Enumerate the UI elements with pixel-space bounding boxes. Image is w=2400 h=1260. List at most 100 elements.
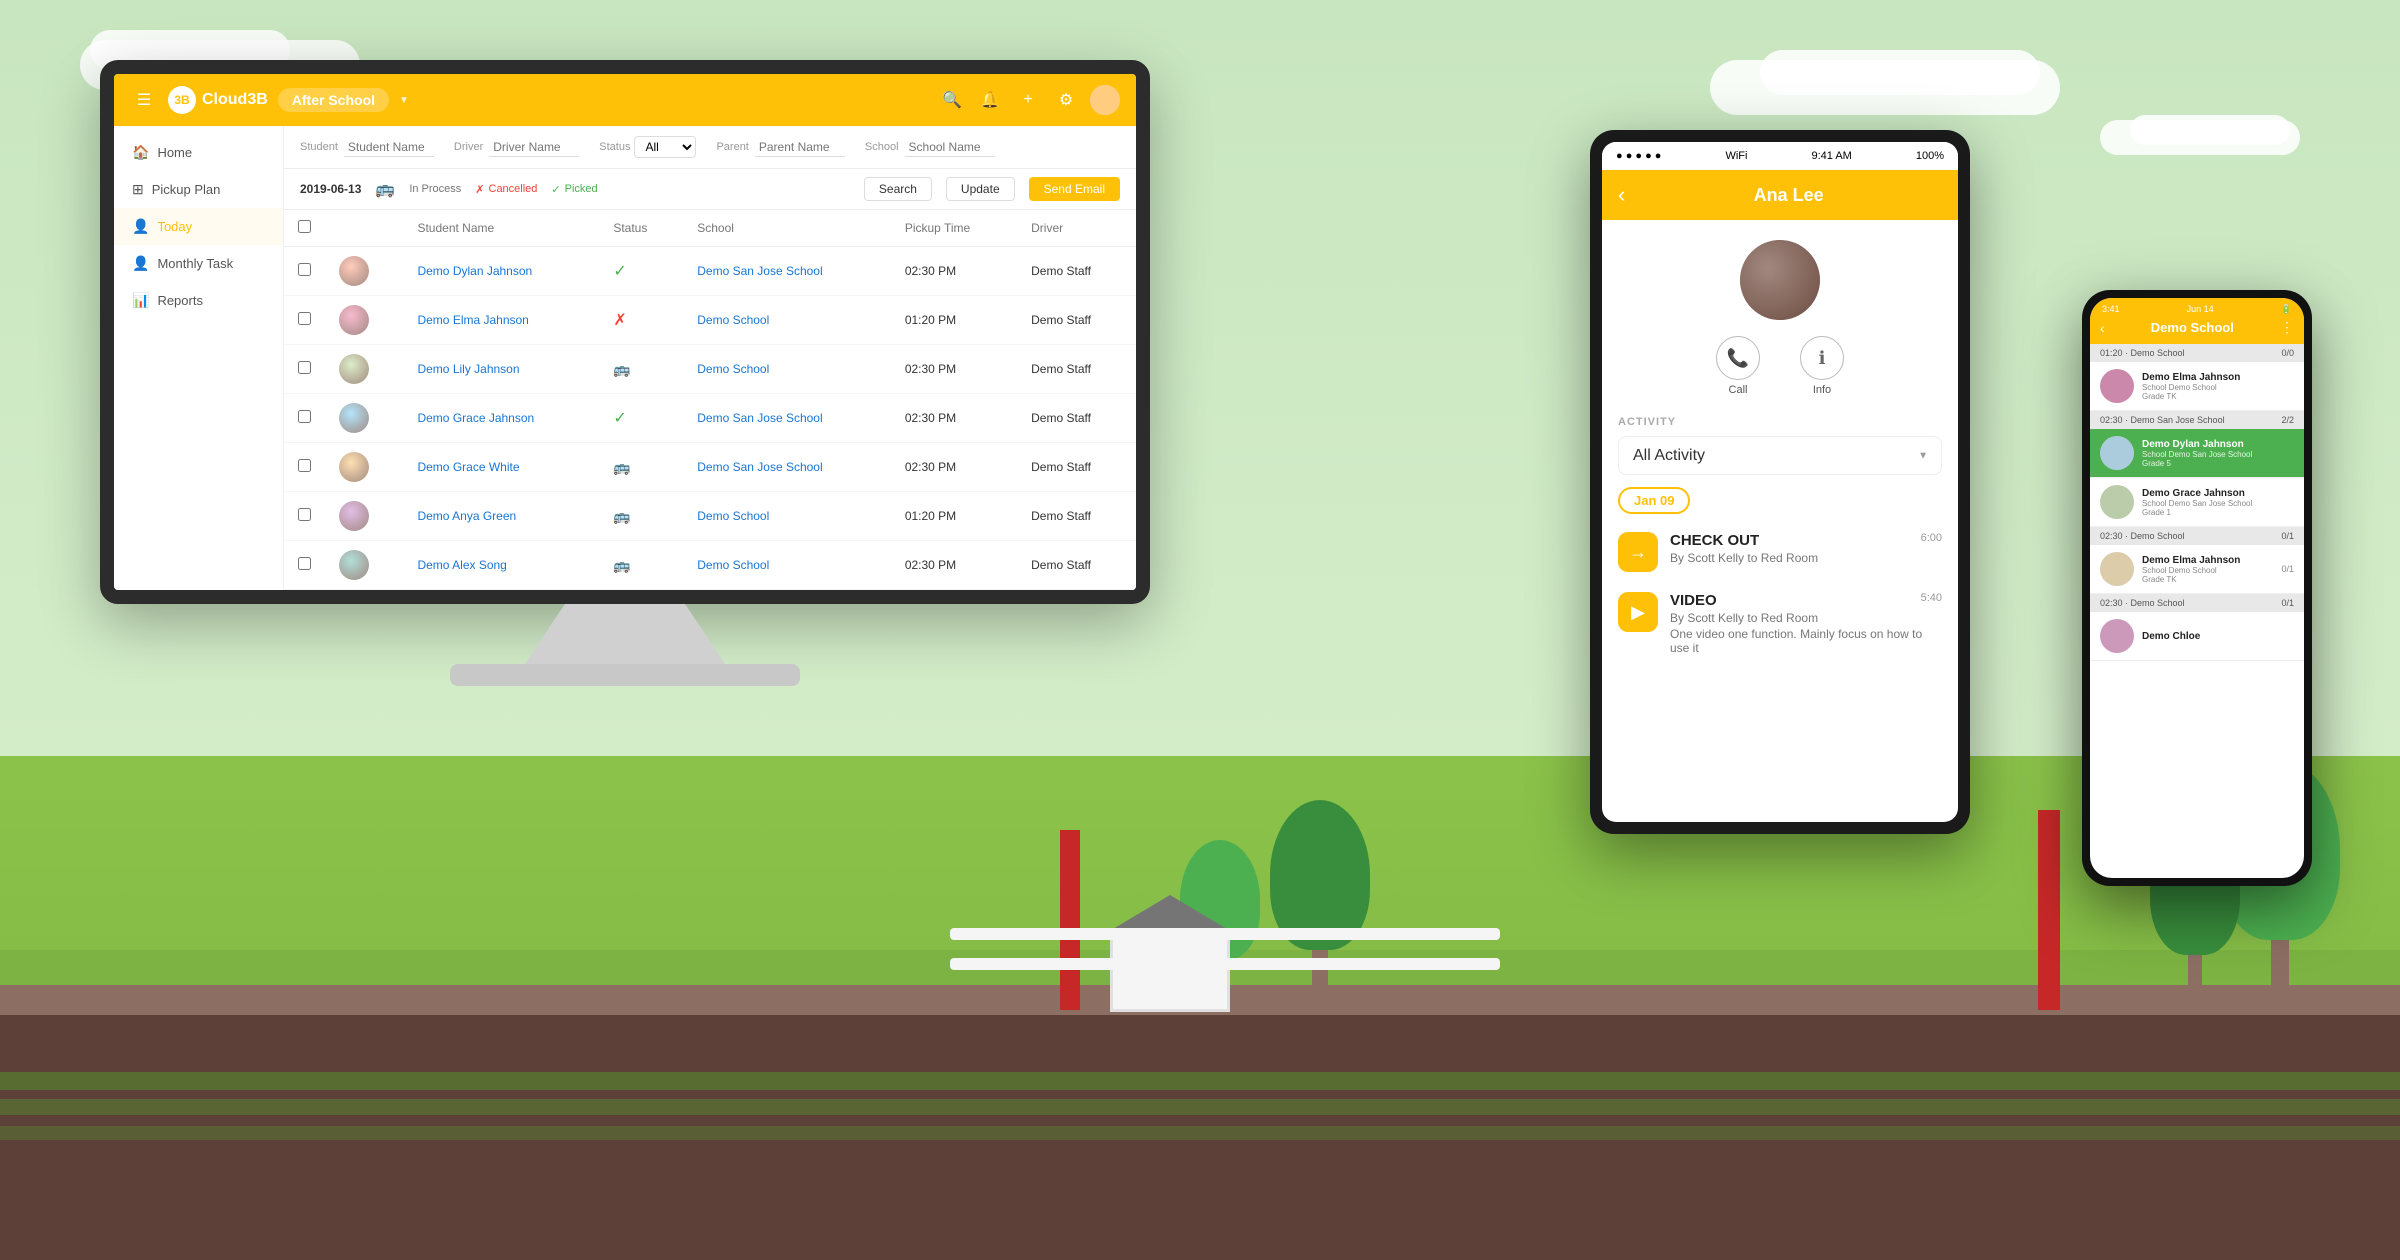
parent-filter-input[interactable] (755, 138, 845, 157)
driver-filter-label: Driver (454, 141, 483, 153)
phone-item-1-info: Demo Elma Jahnson School Demo School Gra… (2142, 372, 2294, 401)
student-avatar-1 (339, 305, 369, 335)
school-5: Demo School (697, 509, 769, 523)
phone-list-item-3[interactable]: Demo Grace Jahnson School Demo San Jose … (2090, 478, 2304, 527)
phone-item-1-grade: Grade TK (2142, 392, 2294, 401)
tablet-person-name: Ana Lee (1635, 185, 1942, 206)
sidebar-item-home[interactable]: 🏠 Home (114, 134, 283, 171)
table-row[interactable]: Demo Alex Song🚌Demo School02:30 PMDemo S… (284, 541, 1136, 590)
student-name-2[interactable]: Demo Lily Jahnson (417, 362, 519, 376)
search-button[interactable]: Search (864, 177, 932, 201)
phone-item-4-count: 0/1 (2281, 564, 2294, 574)
students-table: Student Name Status School Pickup Time D… (284, 210, 1136, 590)
user-avatar[interactable] (1090, 85, 1120, 115)
checkout-content: 6:00 CHECK OUT By Scott Kelly to Red Roo… (1670, 532, 1942, 565)
table-row[interactable]: Demo Lily Jahnson🚌Demo School02:30 PMDem… (284, 345, 1136, 394)
activity-dropdown-wrapper: All Activity (1618, 436, 1942, 475)
fence-top (950, 928, 1500, 940)
action-bar: 2019-06-13 🚌 In Process ✗ Cancelled ✓ Pi… (284, 169, 1136, 210)
row-checkbox-6[interactable] (298, 557, 311, 570)
select-all-checkbox[interactable] (298, 220, 311, 233)
tablet-back-button[interactable]: ‹ (1618, 182, 1625, 208)
driver-filter-input[interactable] (489, 138, 579, 157)
school-2: Demo School (697, 362, 769, 376)
student-filter-input[interactable] (344, 138, 434, 157)
th-school: School (683, 210, 891, 247)
driver-1: Demo Staff (1031, 313, 1091, 327)
cloud-2b (1760, 50, 2040, 95)
monitor-stand (525, 604, 725, 664)
phone-status-bar: 3:41 Jun 14 🔋 (2090, 298, 2304, 319)
phone-item-3-grade: Grade 1 (2142, 508, 2294, 517)
app-logo: 3B Cloud3B (168, 86, 268, 114)
phone-list-item-1[interactable]: Demo Elma Jahnson School Demo School Gra… (2090, 362, 2304, 411)
phone-list-item-2[interactable]: Demo Dylan Jahnson School Demo San Jose … (2090, 429, 2304, 478)
student-name-5[interactable]: Demo Anya Green (417, 509, 516, 523)
phone-section-1: 01:20 · Demo School 0/0 (2090, 344, 2304, 362)
table-row[interactable]: Demo Elma Jahnson✗Demo School01:20 PMDem… (284, 296, 1136, 345)
settings-icon[interactable]: ⚙ (1052, 86, 1080, 114)
student-name-0[interactable]: Demo Dylan Jahnson (417, 264, 532, 278)
status-bus-5: 🚌 (613, 508, 630, 524)
call-action-button[interactable]: 📞 Call (1716, 336, 1760, 396)
table-row[interactable]: Demo Dylan Jahnson✓Demo San Jose School0… (284, 247, 1136, 296)
header-title[interactable]: After School (278, 88, 389, 112)
monitor-screen: ☰ 3B Cloud3B After School ▼ 🔍 🔔 + ⚙ 🏠 Ho… (100, 60, 1150, 604)
phone-list-item-4[interactable]: Demo Elma Jahnson School Demo School Gra… (2090, 545, 2304, 594)
post-right (2038, 810, 2060, 1010)
search-icon[interactable]: 🔍 (938, 86, 966, 114)
sidebar-item-monthly-task[interactable]: 👤 Monthly Task (114, 245, 283, 282)
sidebar-item-today[interactable]: 👤 Today (114, 208, 283, 245)
phone-section-1-count: 0/0 (2281, 348, 2294, 358)
row-checkbox-3[interactable] (298, 410, 311, 423)
pickup-time-4: 02:30 PM (905, 460, 956, 474)
sidebar-item-reports[interactable]: 📊 Reports (114, 282, 283, 319)
school-0: Demo San Jose School (697, 264, 822, 278)
status-filter-select[interactable]: All (634, 136, 696, 158)
tablet-signal: ● ● ● ● ● (1616, 150, 1661, 162)
phone-menu-icon[interactable]: ⋮ (2280, 319, 2294, 336)
profile-actions: 📞 Call ℹ Info (1716, 336, 1844, 396)
school-filter-input[interactable] (905, 138, 995, 157)
plus-icon[interactable]: + (1014, 86, 1042, 114)
row-checkbox-4[interactable] (298, 459, 311, 472)
phone-item-4-name: Demo Elma Jahnson (2142, 555, 2273, 566)
row-checkbox-0[interactable] (298, 263, 311, 276)
call-action-label: Call (1729, 384, 1748, 396)
activity-dropdown-select[interactable]: All Activity (1618, 436, 1942, 475)
phone-section-3-count: 0/1 (2281, 531, 2294, 541)
tablet-profile: 📞 Call ℹ Info (1602, 220, 1958, 416)
phone-date: Jun 14 (2187, 304, 2214, 315)
row-checkbox-2[interactable] (298, 361, 311, 374)
phone-header-title: Demo School (2105, 320, 2280, 335)
student-name-4[interactable]: Demo Grace White (417, 460, 519, 474)
update-button[interactable]: Update (946, 177, 1015, 201)
row-checkbox-1[interactable] (298, 312, 311, 325)
menu-icon[interactable]: ☰ (130, 86, 158, 114)
tablet-time: 9:41 AM (1811, 150, 1851, 162)
table-row[interactable]: Demo Anya Green🚌Demo School01:20 PMDemo … (284, 492, 1136, 541)
monitor-base (450, 664, 800, 686)
info-action-circle: ℹ (1800, 336, 1844, 380)
send-email-button[interactable]: Send Email (1029, 177, 1120, 201)
dropdown-arrow: ▼ (399, 95, 409, 106)
row-checkbox-5[interactable] (298, 508, 311, 521)
phone-section-2-label: 02:30 · Demo San Jose School (2100, 415, 2225, 425)
student-name-3[interactable]: Demo Grace Jahnson (417, 411, 534, 425)
phone-avatar-5 (2100, 619, 2134, 653)
bell-icon[interactable]: 🔔 (976, 86, 1004, 114)
phone-screen: 3:41 Jun 14 🔋 ‹ Demo School ⋮ 01:20 · De… (2090, 298, 2304, 878)
student-name-1[interactable]: Demo Elma Jahnson (417, 313, 528, 327)
table-row[interactable]: Demo Grace White🚌Demo San Jose School02:… (284, 443, 1136, 492)
status-bus-6: 🚌 (613, 557, 630, 573)
sidebar-item-pickup-plan[interactable]: ⊞ Pickup Plan (114, 171, 283, 208)
tree-left-2 (1270, 800, 1370, 1000)
app-body: 🏠 Home ⊞ Pickup Plan 👤 Today 👤 Monthly T… (114, 126, 1136, 590)
tablet-screen: ● ● ● ● ● WiFi 9:41 AM 100% ‹ Ana Lee 📞 … (1602, 142, 1958, 822)
table-row[interactable]: Demo Grace Jahnson✓Demo San Jose School0… (284, 394, 1136, 443)
phone-list-item-5[interactable]: Demo Chloe (2090, 612, 2304, 661)
student-name-6[interactable]: Demo Alex Song (417, 558, 506, 572)
phone-avatar-2 (2100, 436, 2134, 470)
info-action-button[interactable]: ℹ Info (1800, 336, 1844, 396)
sidebar-label-reports: Reports (157, 293, 203, 308)
